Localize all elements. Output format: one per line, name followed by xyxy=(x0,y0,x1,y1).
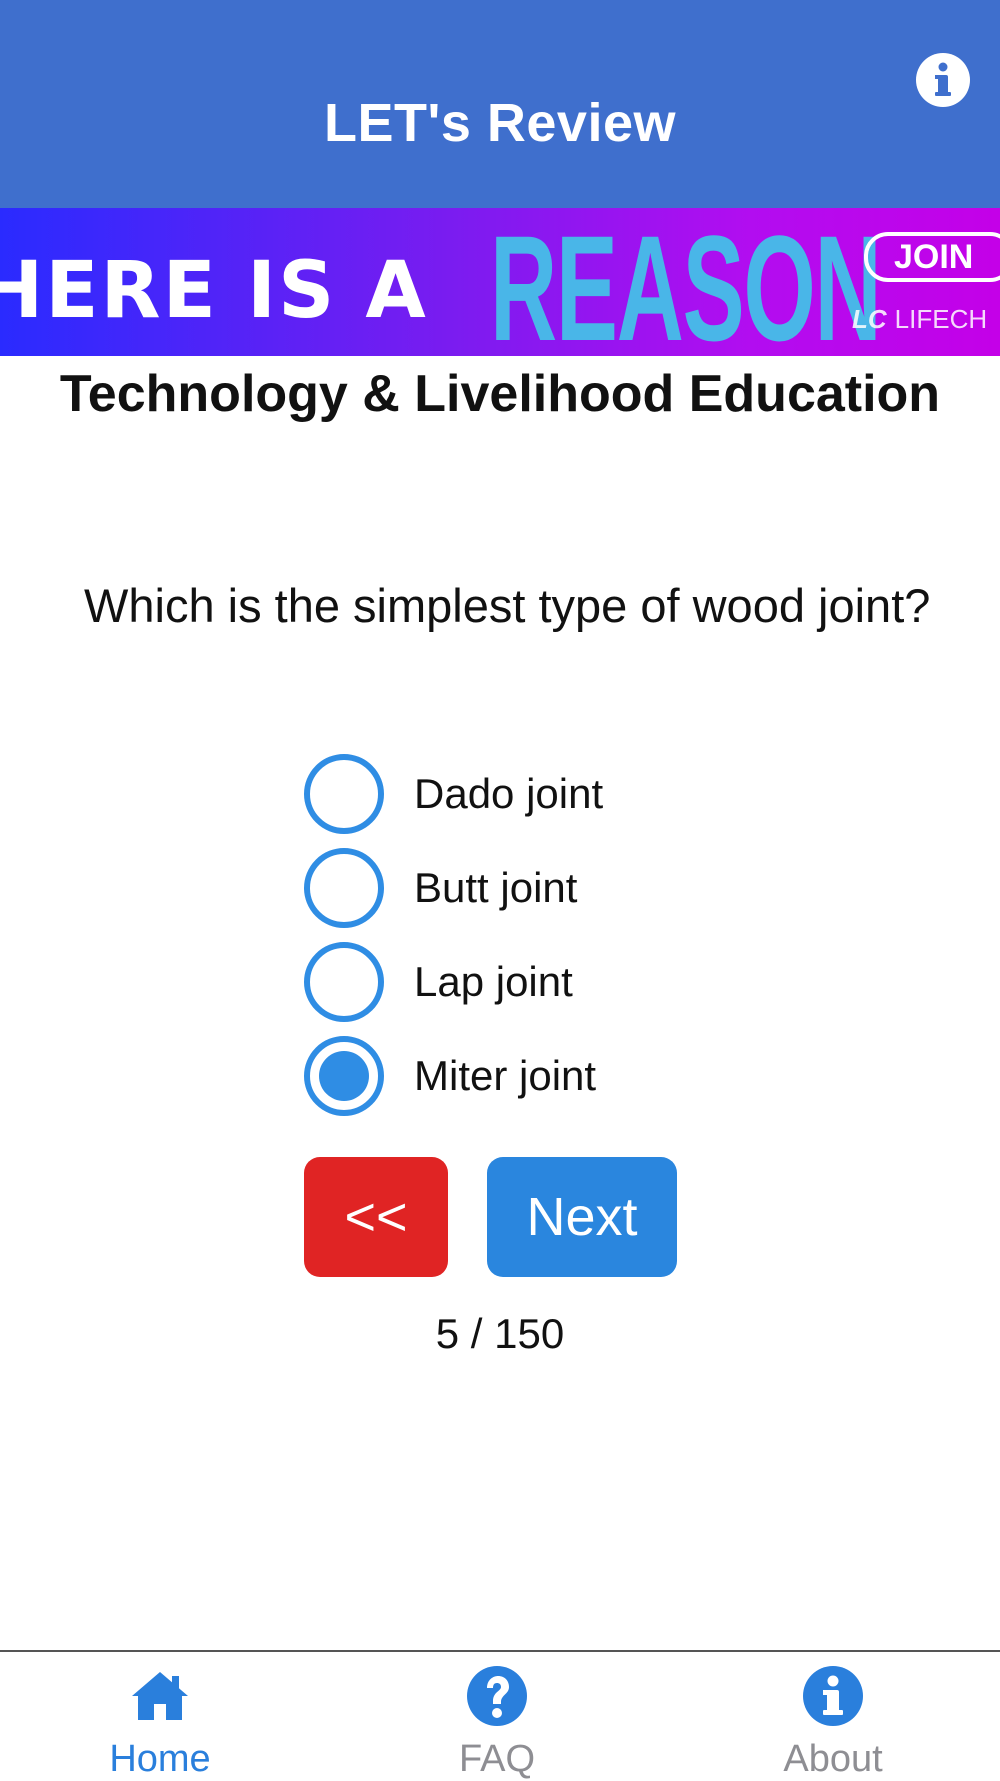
ad-brand-logo: LC xyxy=(852,304,887,334)
tab-bar: Home FAQ About xyxy=(0,1650,1000,1780)
radio-button[interactable] xyxy=(304,942,384,1022)
tab-label: Home xyxy=(109,1738,211,1780)
answer-option[interactable]: Butt joint xyxy=(304,848,724,928)
tab-about[interactable]: About xyxy=(733,1652,933,1780)
tab-label: FAQ xyxy=(458,1738,536,1780)
tab-home[interactable]: Home xyxy=(60,1652,260,1780)
question-counter: 5 / 150 xyxy=(435,1310,565,1357)
answer-option[interactable]: Miter joint xyxy=(304,1036,724,1116)
radio-button-selected[interactable] xyxy=(304,1036,384,1116)
answer-option[interactable]: Dado joint xyxy=(304,754,724,834)
answer-option[interactable]: Lap joint xyxy=(304,942,724,1022)
ad-banner-text: HERE IS A xyxy=(0,246,428,336)
info-icon xyxy=(803,1666,863,1726)
option-label: Butt joint xyxy=(414,864,578,911)
radio-button[interactable] xyxy=(304,848,384,928)
ad-brand-text: LIFECH xyxy=(894,304,988,334)
app-header: LET's Review xyxy=(0,0,1000,208)
question-icon xyxy=(467,1666,527,1726)
option-label: Miter joint xyxy=(414,1052,597,1099)
ad-join-button[interactable]: JOIN xyxy=(864,232,1000,282)
option-label: Dado joint xyxy=(414,770,604,817)
option-label: Lap joint xyxy=(414,958,573,1005)
ad-brand: LC LIFECH xyxy=(852,304,987,335)
next-button[interactable]: Next xyxy=(487,1157,677,1277)
previous-button[interactable]: << xyxy=(304,1157,448,1277)
app-title: LET's Review xyxy=(324,93,676,153)
ad-banner-highlight: REASON xyxy=(490,208,882,356)
info-icon[interactable] xyxy=(916,53,970,107)
question-text: Which is the simplest type of wood joint… xyxy=(84,579,931,632)
subject-title: Technology & Livelihood Education xyxy=(59,365,941,423)
home-icon xyxy=(132,1672,188,1720)
tab-label: About xyxy=(783,1738,883,1780)
radio-button[interactable] xyxy=(304,754,384,834)
tab-faq[interactable]: FAQ xyxy=(397,1652,597,1780)
ad-banner[interactable]: HERE IS A REASON JOIN LC LIFECH xyxy=(0,208,1000,356)
